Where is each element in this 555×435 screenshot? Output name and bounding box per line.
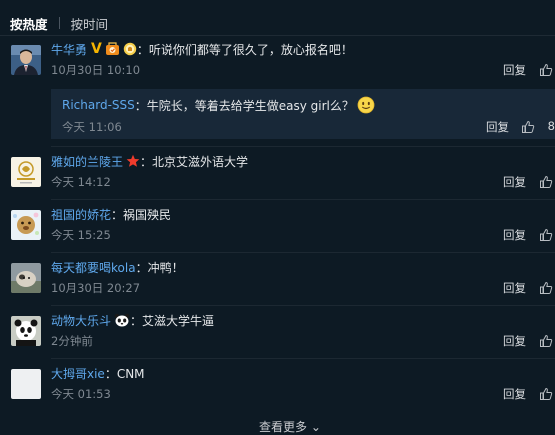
- like-count: 8: [547, 119, 555, 133]
- comment-username[interactable]: 动物大乐斗: [51, 312, 111, 329]
- avatar[interactable]: [11, 369, 41, 399]
- comment-username[interactable]: 牛华勇: [51, 41, 87, 58]
- reply-button[interactable]: 回复: [503, 333, 526, 349]
- sort-by-hot-tab[interactable]: 按热度: [10, 14, 48, 33]
- comment-time: 今天 01:53: [51, 387, 111, 401]
- comment-text: ：艾滋大学牛逼: [130, 313, 215, 328]
- comment-username[interactable]: 雅如的兰陵王: [51, 153, 123, 170]
- red-star-badge-icon: [126, 154, 140, 168]
- reply-button[interactable]: 回复: [503, 174, 526, 190]
- comment-text: ：祸国殃民: [111, 207, 172, 222]
- reply-button[interactable]: 回复: [503, 386, 526, 402]
- comment-divider: [51, 305, 555, 306]
- comment-time: 10月30日 10:10: [51, 63, 141, 77]
- smiling-face-emoji-icon: [357, 96, 375, 114]
- reply-button[interactable]: 回复: [503, 280, 526, 296]
- sub-reply-username[interactable]: Richard-SSS: [62, 98, 135, 112]
- comment-text: ：冲鸭！: [135, 260, 184, 275]
- like-thumb-icon[interactable]: [539, 387, 553, 401]
- header-divider: [0, 35, 555, 36]
- avatar[interactable]: [11, 45, 41, 75]
- reply-button[interactable]: 回复: [503, 62, 526, 78]
- award-badge-icon: [123, 42, 137, 56]
- avatar[interactable]: [11, 157, 41, 187]
- avatar[interactable]: [11, 210, 41, 240]
- like-thumb-icon[interactable]: [539, 228, 553, 242]
- like-thumb-icon[interactable]: [539, 63, 553, 77]
- comment-divider: [51, 252, 555, 253]
- sub-reply-text: ：牛院长，等着去给学生做easy girl么？: [134, 98, 354, 113]
- sub-reply-box: Richard-SSS ：牛院长，等着去给学生做easy girl么？ 今天 1…: [51, 89, 555, 139]
- like-thumb-icon[interactable]: [539, 334, 553, 348]
- comment-username[interactable]: 每天都要喝kola: [51, 259, 136, 276]
- comment-time: 今天 15:25: [51, 228, 111, 242]
- like-thumb-icon[interactable]: [539, 175, 553, 189]
- avatar[interactable]: [11, 263, 41, 293]
- sort-bar: 按热度 按时间: [10, 14, 108, 32]
- sub-reply-time: 今天 11:06: [62, 120, 122, 134]
- like-thumb-icon[interactable]: [521, 120, 535, 134]
- sort-by-time-tab[interactable]: 按时间: [71, 14, 109, 33]
- sub-reply-reply-button[interactable]: 回复: [486, 119, 509, 135]
- fan-badge-icon: [105, 42, 120, 56]
- comment-divider: [51, 199, 555, 200]
- sort-divider: [58, 17, 60, 29]
- reply-button[interactable]: 回复: [503, 227, 526, 243]
- comment-text: ：听说你们都等了很久了，放心报名吧！: [136, 42, 353, 57]
- comment-time: 今天 14:12: [51, 175, 111, 189]
- comment-username[interactable]: 大拇哥xie: [51, 365, 105, 382]
- comment-divider: [51, 146, 555, 147]
- comment-time: 10月30日 20:27: [51, 281, 141, 295]
- comment-text: ：北京艾滋外语大学: [140, 154, 249, 169]
- like-thumb-icon[interactable]: [539, 281, 553, 295]
- panda-emoji-icon: [114, 313, 130, 327]
- comment-time: 2分钟前: [51, 334, 93, 348]
- comment-username[interactable]: 祖国的娇花: [51, 206, 111, 223]
- view-more-link[interactable]: 查看更多 ⌄: [259, 418, 321, 435]
- comment-text: ：CNM: [104, 366, 145, 381]
- v-verified-icon: V: [91, 41, 102, 57]
- comment-divider: [51, 358, 555, 359]
- avatar[interactable]: [11, 316, 41, 346]
